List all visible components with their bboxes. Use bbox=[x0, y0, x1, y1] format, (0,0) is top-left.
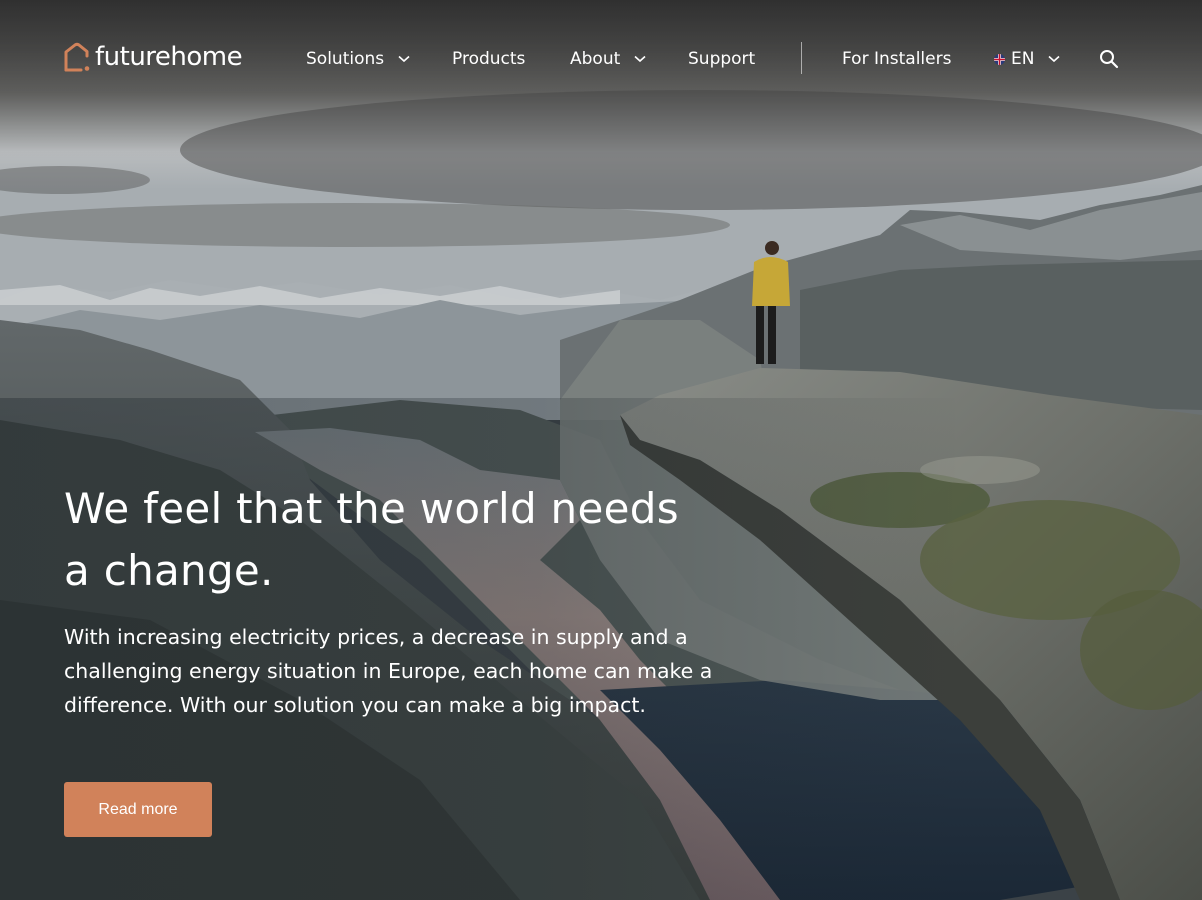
nav-solutions-label: Solutions bbox=[306, 49, 385, 69]
nav-about[interactable]: About bbox=[570, 46, 646, 72]
hero-title: We feel that the world needs a change. bbox=[64, 484, 679, 595]
chevron-down-icon bbox=[398, 55, 410, 63]
uk-flag-icon bbox=[994, 53, 1005, 65]
nav-for-installers[interactable]: For Installers bbox=[842, 46, 951, 72]
nav-about-label: About bbox=[570, 49, 621, 69]
hero-description: With increasing electricity prices, a de… bbox=[64, 625, 713, 717]
hero-section: futurehome Solutions Products About Supp… bbox=[0, 0, 1202, 900]
nav-products-label: Products bbox=[452, 49, 526, 69]
house-outline-icon bbox=[64, 42, 90, 72]
nav-support-label: Support bbox=[688, 49, 756, 69]
nav-solutions[interactable]: Solutions bbox=[306, 46, 410, 72]
nav-support[interactable]: Support bbox=[688, 46, 755, 72]
chevron-down-icon bbox=[1048, 55, 1061, 63]
nav-products[interactable]: Products bbox=[452, 46, 525, 72]
brand-name: futurehome bbox=[95, 42, 243, 72]
language-selector[interactable]: EN bbox=[994, 46, 1061, 72]
language-label: EN bbox=[1011, 49, 1035, 69]
logo[interactable]: futurehome bbox=[63, 40, 243, 74]
nav-for-installers-label: For Installers bbox=[842, 49, 952, 69]
search-icon[interactable] bbox=[1099, 49, 1119, 69]
nav-divider bbox=[801, 42, 802, 74]
read-more-button[interactable]: Read more bbox=[64, 782, 212, 837]
chevron-down-icon bbox=[634, 55, 646, 63]
site-header: futurehome Solutions Products About Supp… bbox=[0, 0, 1202, 118]
